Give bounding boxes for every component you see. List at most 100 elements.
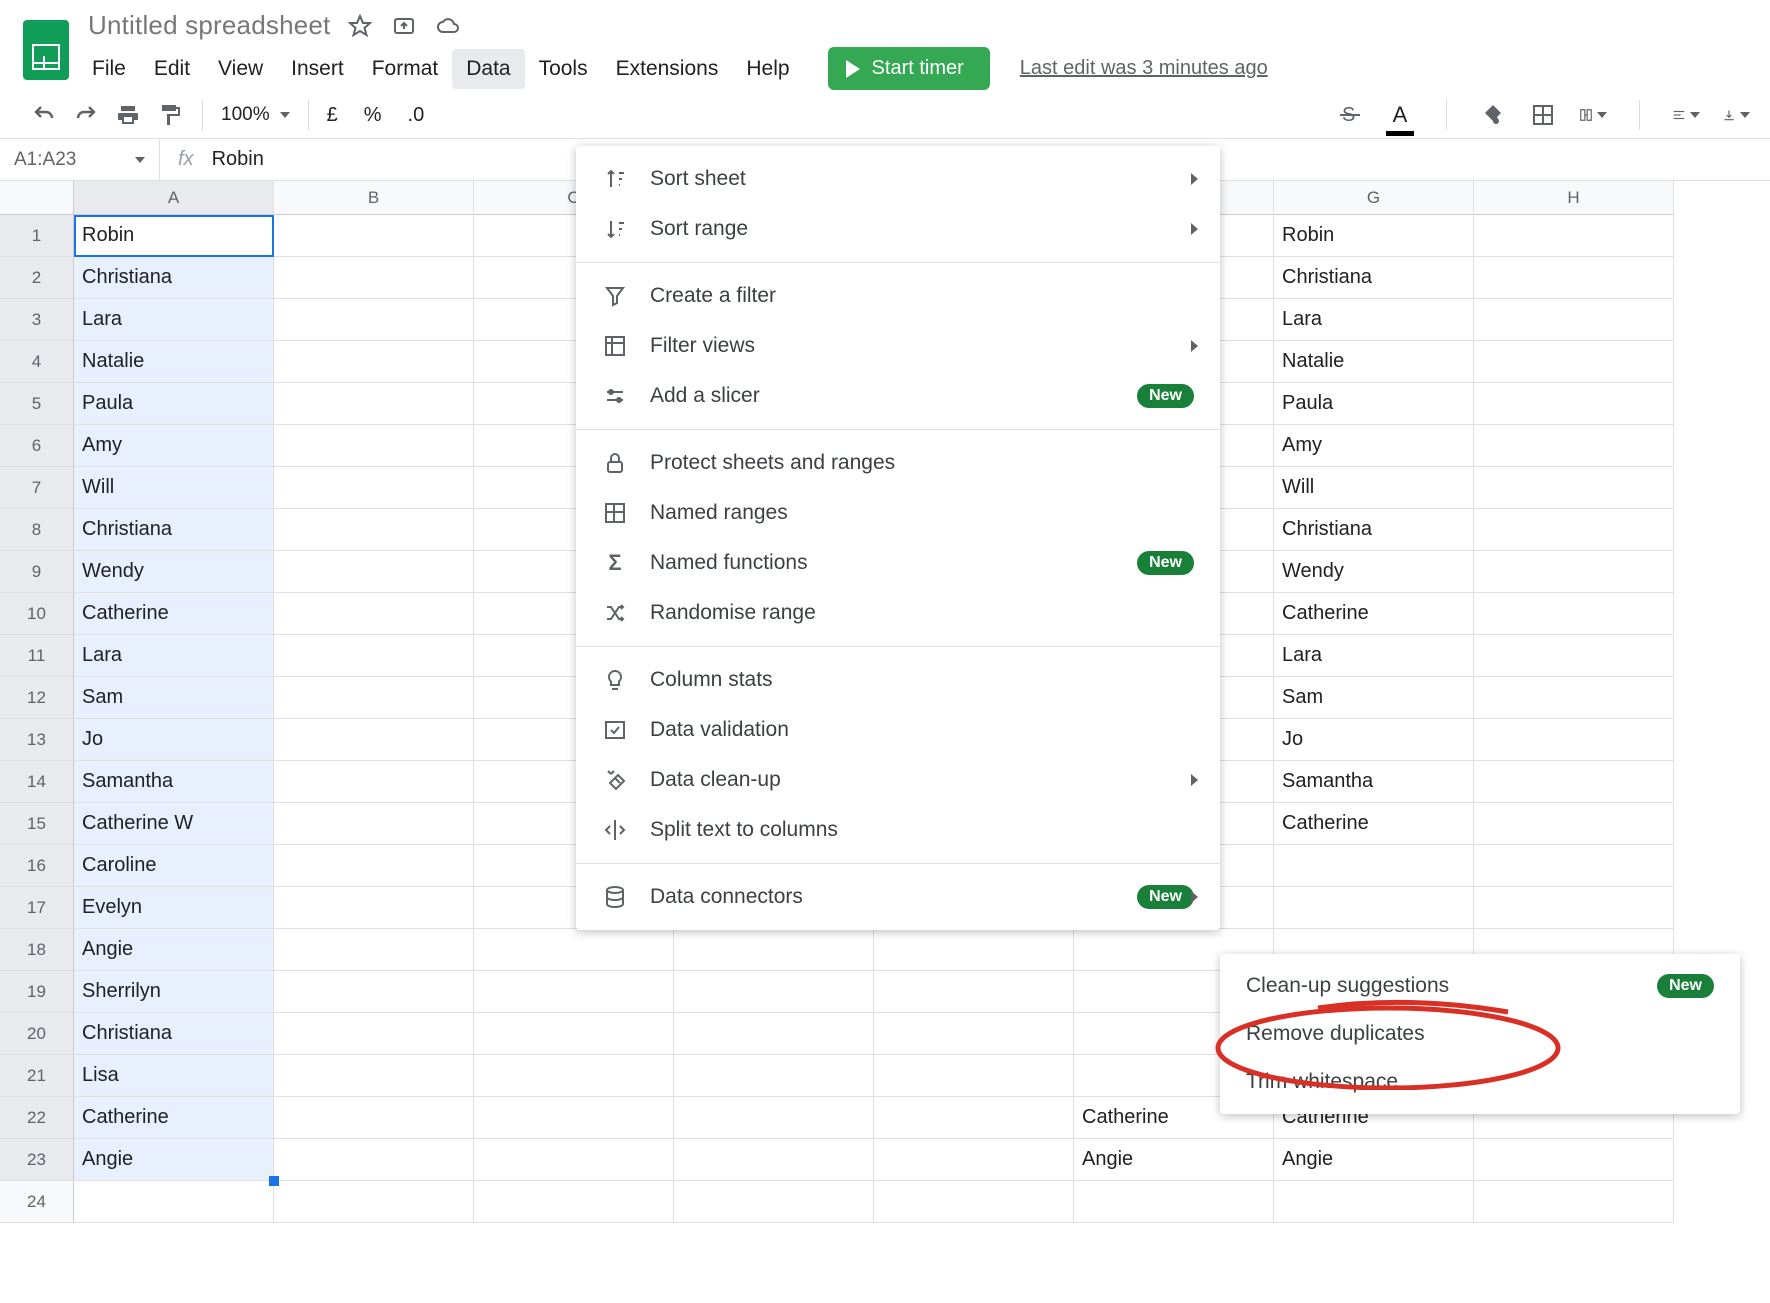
row-header[interactable]: 17	[0, 887, 74, 929]
zoom-select[interactable]: 100%	[221, 104, 290, 126]
cell[interactable]: Lara	[1274, 299, 1474, 341]
cell[interactable]	[274, 551, 474, 593]
row-header[interactable]: 22	[0, 1097, 74, 1139]
row-header[interactable]: 13	[0, 719, 74, 761]
cell[interactable]	[474, 1097, 674, 1139]
row-header[interactable]: 9	[0, 551, 74, 593]
cell[interactable]	[674, 971, 874, 1013]
cell[interactable]: Robin	[1274, 215, 1474, 257]
menu-edit[interactable]: Edit	[140, 49, 204, 89]
cell[interactable]	[274, 677, 474, 719]
cell[interactable]: Catherine	[1274, 803, 1474, 845]
cell[interactable]: Jo	[74, 719, 274, 761]
start-timer-button[interactable]: Start timer	[828, 47, 990, 90]
cell[interactable]	[274, 803, 474, 845]
doc-title[interactable]: Untitled spreadsheet	[88, 10, 330, 41]
row-header[interactable]: 19	[0, 971, 74, 1013]
cell[interactable]: Angie	[74, 1139, 274, 1181]
cell[interactable]	[674, 1181, 874, 1223]
cell[interactable]	[1474, 551, 1674, 593]
cell[interactable]	[674, 929, 874, 971]
cell[interactable]	[1074, 1181, 1274, 1223]
paint-format-icon[interactable]	[156, 101, 184, 129]
row-header[interactable]: 4	[0, 341, 74, 383]
star-icon[interactable]	[346, 12, 374, 40]
cell[interactable]	[1474, 845, 1674, 887]
cell[interactable]	[274, 1181, 474, 1223]
cell[interactable]	[874, 971, 1074, 1013]
cell[interactable]	[274, 215, 474, 257]
menu-help[interactable]: Help	[732, 49, 803, 89]
col-header-B[interactable]: B	[274, 181, 474, 215]
row-header[interactable]: 6	[0, 425, 74, 467]
cell[interactable]: Christiana	[74, 1013, 274, 1055]
cell[interactable]	[1274, 845, 1474, 887]
menu-sort-range[interactable]: Sort range	[576, 204, 1220, 254]
currency-button[interactable]: £	[327, 104, 338, 127]
row-header[interactable]: 11	[0, 635, 74, 677]
row-header[interactable]: 7	[0, 467, 74, 509]
submenu-remove-duplicates[interactable]: Remove duplicates	[1220, 1010, 1740, 1058]
menu-data-connectors[interactable]: Data connectors New	[576, 872, 1220, 922]
cell[interactable]	[674, 1139, 874, 1181]
cell[interactable]	[1474, 1139, 1674, 1181]
cell[interactable]	[274, 635, 474, 677]
cell[interactable]: Angie	[1074, 1139, 1274, 1181]
cell[interactable]: Amy	[1274, 425, 1474, 467]
menu-insert[interactable]: Insert	[277, 49, 358, 89]
cell[interactable]	[274, 257, 474, 299]
cell[interactable]: Catherine	[74, 1097, 274, 1139]
cell[interactable]	[1474, 593, 1674, 635]
menu-data-cleanup[interactable]: Data clean-up	[576, 755, 1220, 805]
cell[interactable]: Christiana	[74, 257, 274, 299]
selection-handle[interactable]	[269, 1176, 279, 1186]
cell[interactable]: Wendy	[74, 551, 274, 593]
cell[interactable]: Lara	[74, 635, 274, 677]
cell[interactable]	[874, 1181, 1074, 1223]
cell[interactable]	[274, 971, 474, 1013]
cell[interactable]	[874, 929, 1074, 971]
cell[interactable]: Natalie	[1274, 341, 1474, 383]
cell[interactable]	[674, 1055, 874, 1097]
cell[interactable]: Robin	[74, 215, 274, 257]
cell[interactable]	[1474, 257, 1674, 299]
cell[interactable]	[274, 383, 474, 425]
cell[interactable]	[674, 1097, 874, 1139]
cell[interactable]: Will	[74, 467, 274, 509]
row-header[interactable]: 23	[0, 1139, 74, 1181]
cell[interactable]	[274, 929, 474, 971]
cell[interactable]: Natalie	[74, 341, 274, 383]
cell[interactable]	[1474, 215, 1674, 257]
menu-split-text[interactable]: Split text to columns	[576, 805, 1220, 855]
submenu-cleanup-suggestions[interactable]: Clean-up suggestions New	[1220, 962, 1740, 1010]
strikethrough-icon[interactable]: S	[1336, 101, 1364, 129]
row-header[interactable]: 2	[0, 257, 74, 299]
cell[interactable]: Will	[1274, 467, 1474, 509]
redo-icon[interactable]	[72, 101, 100, 129]
formula-bar[interactable]: Robin	[212, 148, 264, 171]
row-header[interactable]: 20	[0, 1013, 74, 1055]
cell[interactable]	[274, 341, 474, 383]
cell[interactable]	[274, 509, 474, 551]
cell[interactable]	[274, 719, 474, 761]
row-header[interactable]: 15	[0, 803, 74, 845]
cell[interactable]: Wendy	[1274, 551, 1474, 593]
cell[interactable]: Sherrilyn	[74, 971, 274, 1013]
menu-tools[interactable]: Tools	[525, 49, 602, 89]
row-header[interactable]: 24	[0, 1181, 74, 1223]
cell[interactable]	[1474, 509, 1674, 551]
cell[interactable]	[274, 1013, 474, 1055]
cell[interactable]: Christiana	[74, 509, 274, 551]
cell[interactable]	[1474, 299, 1674, 341]
cell[interactable]	[274, 845, 474, 887]
cell[interactable]	[274, 299, 474, 341]
cell[interactable]	[274, 425, 474, 467]
cell[interactable]: Paula	[1274, 383, 1474, 425]
cell[interactable]	[1474, 1181, 1674, 1223]
row-header[interactable]: 14	[0, 761, 74, 803]
cell[interactable]	[874, 1013, 1074, 1055]
menu-randomise[interactable]: Randomise range	[576, 588, 1220, 638]
print-icon[interactable]	[114, 101, 142, 129]
menu-view[interactable]: View	[204, 49, 277, 89]
cloud-status-icon[interactable]	[434, 12, 462, 40]
